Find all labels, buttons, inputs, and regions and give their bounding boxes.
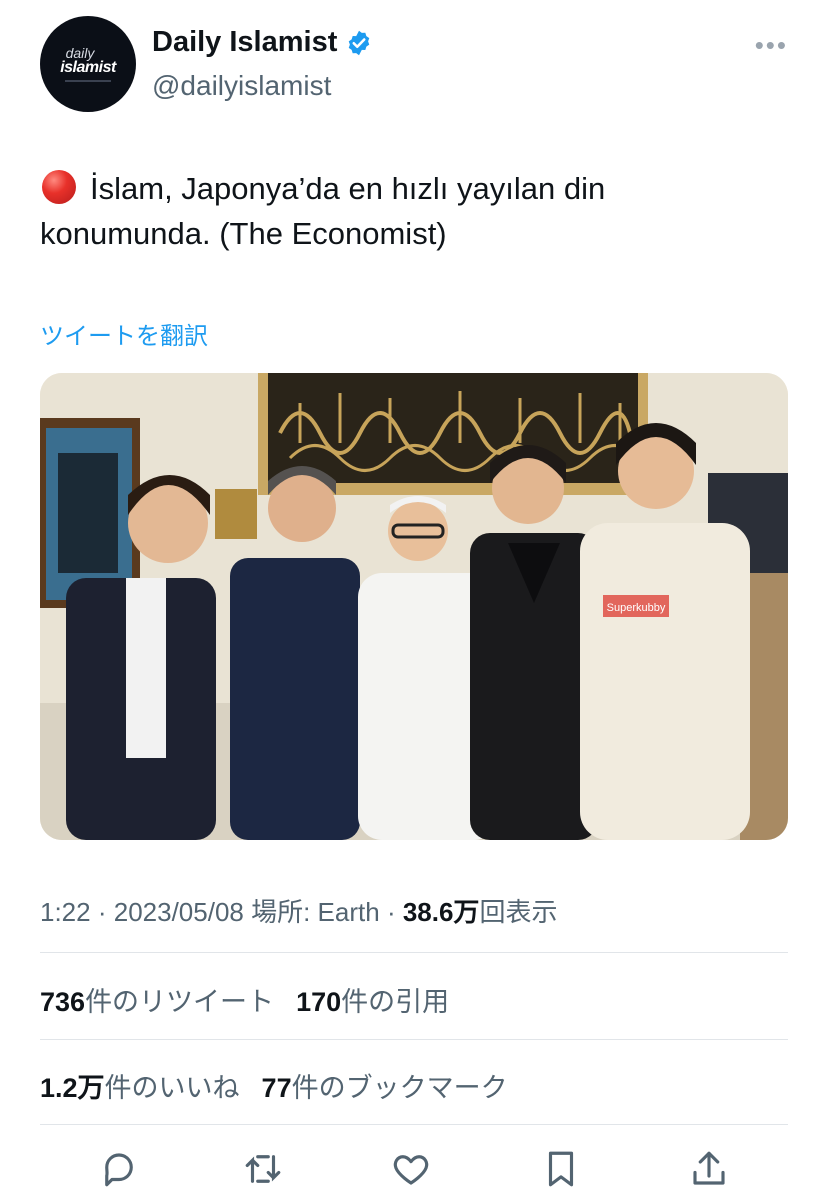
divider xyxy=(40,952,788,953)
likes-stat[interactable]: 1.2万件のいいね xyxy=(40,1073,240,1103)
like-icon xyxy=(393,1155,429,1185)
translate-tweet-link[interactable]: ツイートを翻訳 xyxy=(40,316,208,351)
like-stats-row: 1.2万件のいいね 77件のブックマーク xyxy=(40,1066,508,1105)
retweet-icon xyxy=(245,1155,281,1183)
likes-label: 件のいいね xyxy=(104,1073,240,1103)
tweet-photo[interactable]: Superkubby xyxy=(40,373,788,840)
bookmarks-label: 件のブックマーク xyxy=(291,1073,508,1103)
reply-button[interactable] xyxy=(98,1148,144,1194)
share-icon xyxy=(693,1151,725,1185)
avatar-underline xyxy=(65,80,111,82)
retweets-count: 736 xyxy=(40,987,86,1017)
avatar[interactable]: daily islamist xyxy=(40,16,136,112)
retweets-stat[interactable]: 736件のリツイート xyxy=(40,987,274,1017)
tweet-body: İslam, Japonya’da en hızlı yayılan din k… xyxy=(40,171,606,251)
hoodie-logo-text: Superkubby xyxy=(607,602,666,614)
retweet-button[interactable] xyxy=(242,1148,288,1194)
likes-count: 1.2万 xyxy=(40,1073,105,1103)
quotes-label: 件の引用 xyxy=(341,987,450,1017)
red-circle-icon xyxy=(42,170,76,204)
views-label: 回表示 xyxy=(479,897,558,927)
tweet-location: 場所: Earth xyxy=(251,897,380,927)
meta-separator: · xyxy=(386,897,403,927)
tweet-header: daily islamist Daily Islamist @dailyisla… xyxy=(40,16,790,116)
bookmark-icon xyxy=(548,1151,574,1187)
display-name-row[interactable]: Daily Islamist xyxy=(152,26,373,59)
tweet-date[interactable]: 2023/05/08 xyxy=(114,897,244,927)
retweets-label: 件のリツイート xyxy=(85,987,275,1017)
user-handle[interactable]: @dailyislamist xyxy=(152,70,331,102)
more-options-icon[interactable]: ••• xyxy=(755,30,788,61)
reply-icon xyxy=(105,1153,133,1187)
divider xyxy=(40,1124,788,1125)
share-button[interactable] xyxy=(688,1148,734,1194)
like-button[interactable] xyxy=(390,1148,436,1194)
bookmarks-stat[interactable]: 77件のブックマーク xyxy=(262,1073,508,1103)
avatar-text-daily: daily xyxy=(65,45,95,61)
divider xyxy=(40,1039,788,1040)
tweet-text: İslam, Japonya’da en hızlı yayılan din k… xyxy=(40,166,770,256)
tweet-time[interactable]: 1:22 xyxy=(40,897,91,927)
display-name[interactable]: Daily Islamist xyxy=(152,26,337,59)
quotes-stat[interactable]: 170件の引用 xyxy=(296,987,449,1017)
meta-separator: · xyxy=(97,897,114,927)
quotes-count: 170 xyxy=(296,987,342,1017)
photo-illustration: Superkubby xyxy=(40,373,788,840)
bookmark-button[interactable] xyxy=(540,1148,586,1194)
tweet-meta: 1:22 · 2023/05/08 場所: Earth · 38.6万回表示 xyxy=(40,892,557,929)
avatar-text-islamist: islamist xyxy=(60,59,116,76)
action-bar xyxy=(40,1148,788,1198)
retweet-stats-row: 736件のリツイート 170件の引用 xyxy=(40,980,449,1019)
verified-badge-icon xyxy=(349,30,370,55)
views-count: 38.6万 xyxy=(402,897,480,927)
bookmarks-count: 77 xyxy=(261,1073,292,1103)
